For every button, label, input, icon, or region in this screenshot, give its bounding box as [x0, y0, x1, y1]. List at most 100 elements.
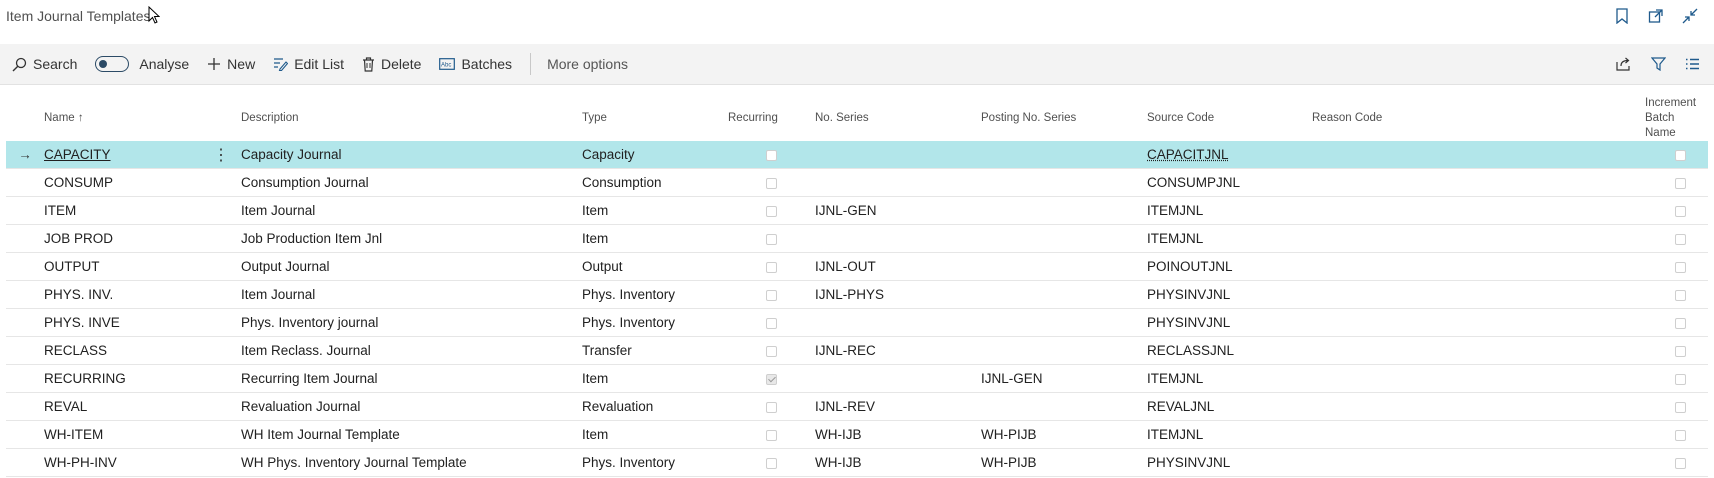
recurring-checkbox[interactable] [766, 429, 777, 441]
increment-checkbox[interactable] [1675, 261, 1686, 273]
name-value[interactable]: CONSUMP [44, 175, 113, 190]
cell-increment-batch-name[interactable] [1477, 224, 1708, 253]
column-header-type[interactable]: Type [582, 96, 728, 141]
row-menu-icon[interactable]: ⋮ [213, 147, 229, 164]
more-options-button[interactable]: More options [547, 56, 628, 72]
increment-checkbox[interactable] [1675, 205, 1686, 217]
column-header-description[interactable]: Description [241, 96, 582, 141]
cell-increment-batch-name[interactable] [1477, 392, 1708, 421]
cell-increment-batch-name[interactable] [1477, 141, 1708, 169]
cell-increment-batch-name[interactable] [1477, 448, 1708, 477]
increment-checkbox[interactable] [1675, 149, 1686, 161]
increment-checkbox[interactable] [1675, 401, 1686, 413]
cell-increment-batch-name[interactable] [1477, 252, 1708, 281]
analyse-toggle[interactable]: Analyse [95, 56, 189, 72]
column-header-increment-batch-name[interactable]: Increment Batch Name [1477, 96, 1708, 141]
column-header-no-series[interactable]: No. Series [815, 96, 981, 141]
cell-name[interactable]: OUTPUT [44, 252, 201, 281]
recurring-checkbox[interactable] [766, 261, 777, 273]
table-row[interactable]: ITEM Item Journal Item IJNL-GEN ITEMJNL [6, 196, 1708, 225]
cell-increment-batch-name[interactable] [1477, 280, 1708, 309]
increment-checkbox[interactable] [1675, 457, 1686, 469]
cell-name[interactable]: REVAL [44, 392, 201, 421]
table-row[interactable]: JOB PROD Job Production Item Jnl Item ITEMJ… [6, 224, 1708, 253]
increment-checkbox[interactable] [1675, 373, 1686, 385]
name-value[interactable]: PHYS. INV. [44, 287, 113, 302]
name-value[interactable]: RECLASS [44, 343, 107, 358]
table-row[interactable]: → CAPACITY ⋮ Capacity Journal Capacity CAPACI… [6, 141, 1708, 169]
name-value[interactable]: RECURRING [44, 371, 126, 386]
cell-recurring[interactable] [728, 280, 815, 309]
cell-name[interactable]: ITEM [44, 196, 201, 225]
increment-checkbox[interactable] [1675, 233, 1686, 245]
name-value[interactable]: WH-ITEM [44, 427, 103, 442]
column-header-reason-code[interactable]: Reason Code [1312, 96, 1477, 141]
open-new-window-icon[interactable] [1646, 6, 1666, 26]
increment-checkbox[interactable] [1675, 345, 1686, 357]
list-view-icon[interactable] [1682, 54, 1702, 74]
cell-recurring[interactable] [728, 420, 815, 449]
name-value[interactable]: CAPACITY [44, 147, 111, 162]
bookmark-icon[interactable] [1612, 6, 1632, 26]
recurring-checkbox[interactable] [766, 373, 777, 385]
cell-name[interactable]: CONSUMP [44, 168, 201, 197]
table-row[interactable]: REVAL Revaluation Journal Revaluation IJNL-… [6, 392, 1708, 421]
share-icon[interactable] [1614, 54, 1634, 74]
cell-name[interactable]: PHYS. INV. [44, 280, 201, 309]
cell-recurring[interactable] [728, 168, 815, 197]
delete-button[interactable]: Delete [362, 56, 421, 72]
cell-name[interactable]: JOB PROD [44, 224, 201, 253]
cell-recurring[interactable] [728, 336, 815, 365]
name-value[interactable]: OUTPUT [44, 259, 100, 274]
name-value[interactable]: PHYS. INVE [44, 315, 120, 330]
batches-button[interactable]: Abc Batches [439, 56, 512, 72]
cell-recurring[interactable] [728, 392, 815, 421]
edit-list-button[interactable]: Edit List [273, 56, 344, 72]
name-value[interactable]: REVAL [44, 399, 87, 414]
recurring-checkbox[interactable] [766, 149, 777, 161]
name-value[interactable]: ITEM [44, 203, 76, 218]
new-button[interactable]: New [207, 56, 255, 72]
cell-recurring[interactable] [728, 196, 815, 225]
recurring-checkbox[interactable] [766, 289, 777, 301]
table-row[interactable]: OUTPUT Output Journal Output IJNL-OUT POINOU… [6, 252, 1708, 281]
cell-increment-batch-name[interactable] [1477, 196, 1708, 225]
cell-recurring[interactable] [728, 252, 815, 281]
recurring-checkbox[interactable] [766, 317, 777, 329]
cell-recurring[interactable] [728, 224, 815, 253]
cell-name[interactable]: WH-PH-INV [44, 448, 201, 477]
table-row[interactable]: RECURRING Recurring Item Journal Item IJNL-… [6, 364, 1708, 393]
recurring-checkbox[interactable] [766, 457, 777, 469]
table-row[interactable]: WH-ITEM WH Item Journal Template Item WH-IJ… [6, 420, 1708, 449]
cell-recurring[interactable] [728, 448, 815, 477]
search-button[interactable]: Search [12, 56, 77, 72]
cell-name[interactable]: RECURRING [44, 364, 201, 393]
increment-checkbox[interactable] [1675, 429, 1686, 441]
cell-increment-batch-name[interactable] [1477, 364, 1708, 393]
increment-checkbox[interactable] [1675, 289, 1686, 301]
column-header-source-code[interactable]: Source Code [1147, 96, 1312, 141]
recurring-checkbox[interactable] [766, 345, 777, 357]
increment-checkbox[interactable] [1675, 317, 1686, 329]
cell-increment-batch-name[interactable] [1477, 168, 1708, 197]
column-header-recurring[interactable]: Recurring [728, 96, 815, 141]
cell-recurring[interactable] [728, 364, 815, 393]
table-row[interactable]: CONSUMP Consumption Journal Consumption CON… [6, 168, 1708, 197]
recurring-checkbox[interactable] [766, 205, 777, 217]
column-header-name[interactable]: Name ↑ [44, 96, 201, 141]
table-row[interactable]: PHYS. INVE Phys. Inventory journal Phys. I… [6, 308, 1708, 337]
recurring-checkbox[interactable] [766, 401, 777, 413]
table-row[interactable]: PHYS. INV. Item Journal Phys. Inventory IJN… [6, 280, 1708, 309]
recurring-checkbox[interactable] [766, 177, 777, 189]
cell-name[interactable]: WH-ITEM [44, 420, 201, 449]
cell-increment-batch-name[interactable] [1477, 308, 1708, 337]
table-row[interactable]: WH-PH-INV WH Phys. Inventory Journal Temp… [6, 448, 1708, 477]
cell-name[interactable]: RECLASS [44, 336, 201, 365]
cell-recurring[interactable] [728, 141, 815, 169]
cell-name[interactable]: CAPACITY [44, 141, 201, 169]
name-value[interactable]: JOB PROD [44, 231, 113, 246]
column-header-posting-no-series[interactable]: Posting No. Series [981, 96, 1147, 141]
recurring-checkbox[interactable] [766, 233, 777, 245]
name-value[interactable]: WH-PH-INV [44, 455, 117, 470]
cell-name[interactable]: PHYS. INVE [44, 308, 201, 337]
